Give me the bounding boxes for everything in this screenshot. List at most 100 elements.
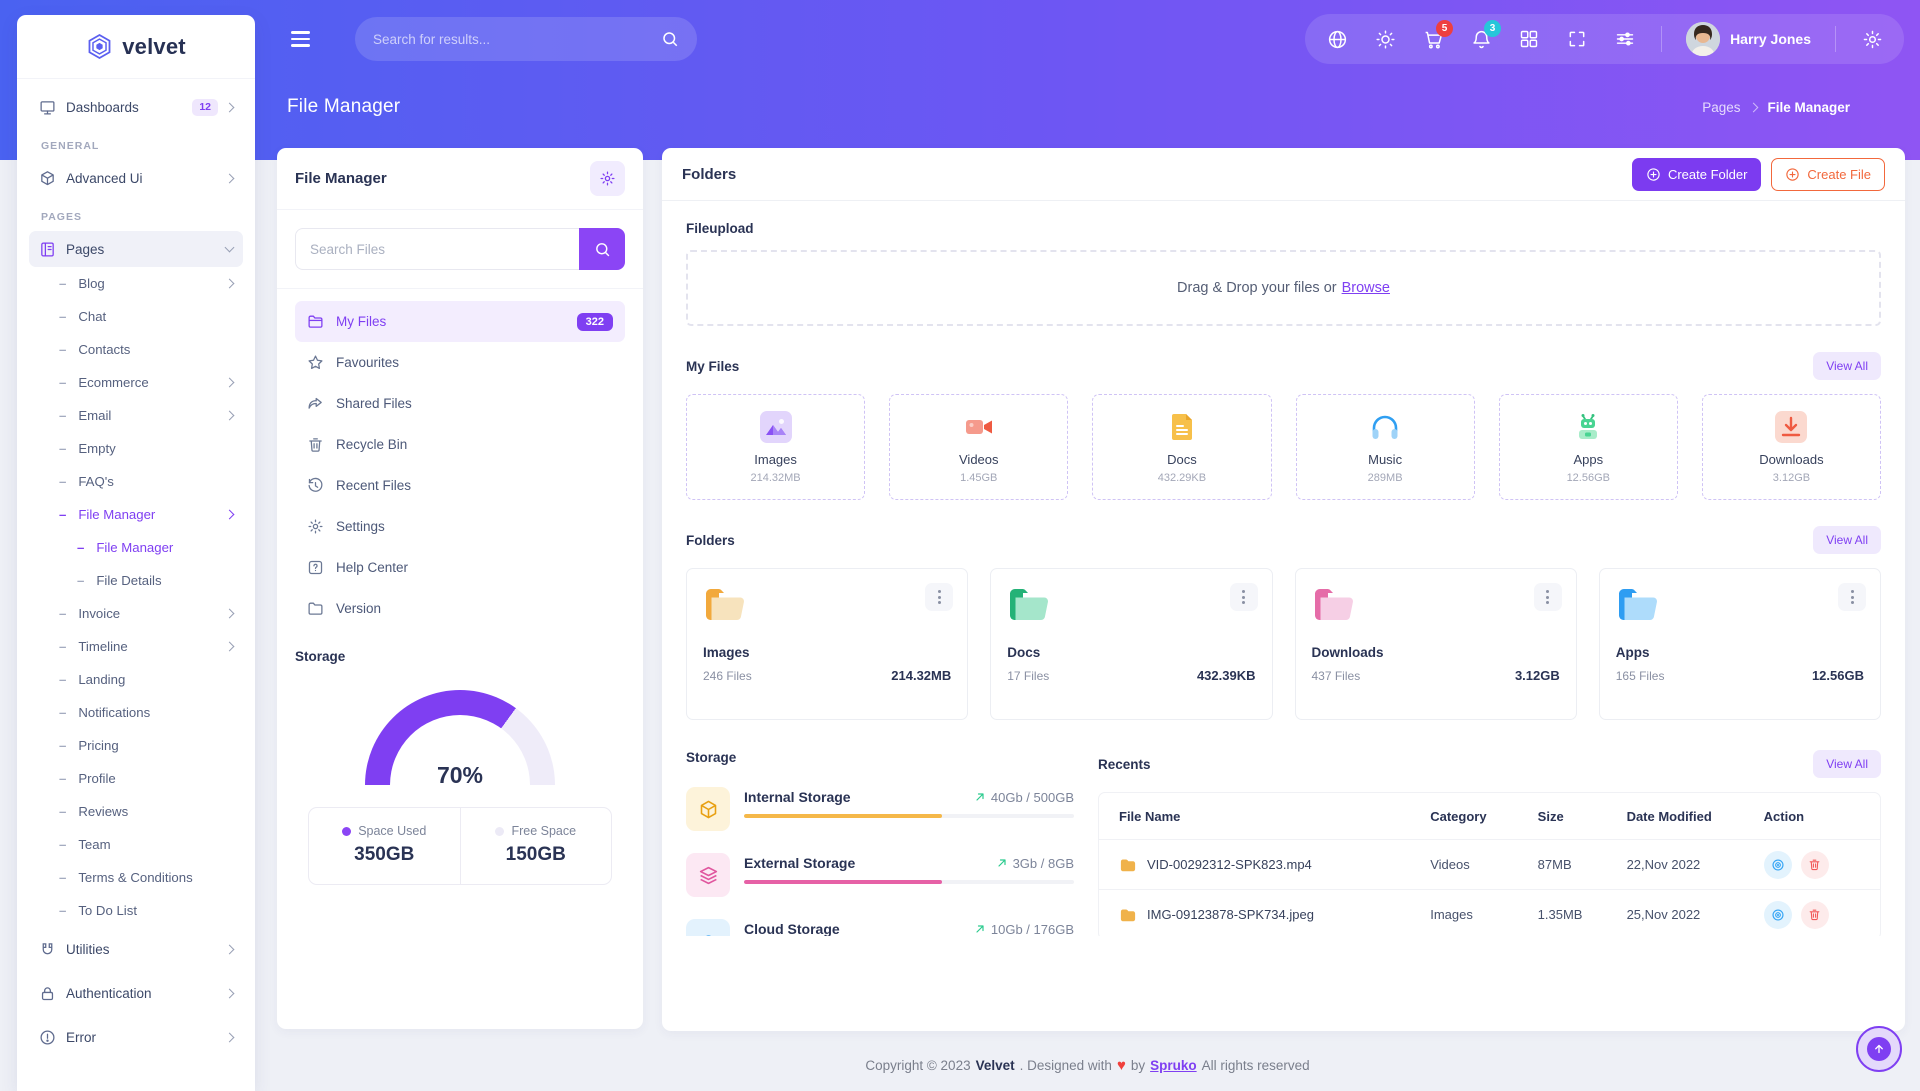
menu-item-settings[interactable]: Settings xyxy=(295,506,625,547)
topbar: 5 3 Harry Jones xyxy=(255,0,1920,78)
browse-link[interactable]: Browse xyxy=(1342,280,1390,296)
sidebar-subitem-file-details[interactable]: –File Details xyxy=(29,564,243,597)
view-file-button[interactable] xyxy=(1764,851,1792,879)
sidebar-item-invoice[interactable]: –Invoice xyxy=(29,597,243,630)
folder-card-docs[interactable]: Docs 17 Files 432.39KB xyxy=(990,568,1272,720)
global-search-input[interactable] xyxy=(373,32,661,47)
my-files-view-all-button[interactable]: View All xyxy=(1813,352,1881,380)
sidebar-item-authentication[interactable]: Authentication xyxy=(29,975,243,1011)
sidebar-subitem-file-manager[interactable]: –File Manager xyxy=(29,531,243,564)
table-row[interactable]: VID-00292312-SPK823.mp4 Videos 87MB 22,N… xyxy=(1099,839,1880,889)
recents-view-all-button[interactable]: View All xyxy=(1813,750,1881,778)
cart-icon[interactable]: 5 xyxy=(1421,27,1445,51)
sidebar-item-notifications[interactable]: –Notifications xyxy=(29,696,243,729)
sidebar-item-error[interactable]: Error xyxy=(29,1019,243,1055)
folder-icon-yellow xyxy=(703,585,951,623)
user-menu[interactable]: Harry Jones xyxy=(1686,22,1811,56)
download-icon xyxy=(1775,411,1807,443)
storage-row-external[interactable]: External Storage 3Gb / 8GB xyxy=(686,853,1074,897)
table-row[interactable]: IMG-09123878-SPK734.jpeg Images 1.35MB 2… xyxy=(1099,889,1880,936)
sidebar-item-terms[interactable]: –Terms & Conditions xyxy=(29,861,243,894)
panel-gear-button[interactable] xyxy=(590,161,625,196)
folder-card-downloads[interactable]: Downloads 437 Files 3.12GB xyxy=(1295,568,1577,720)
delete-file-button[interactable] xyxy=(1801,901,1829,929)
folder-menu-dots-icon[interactable] xyxy=(1230,583,1258,611)
cube-icon xyxy=(39,170,56,187)
sidebar-item-chat[interactable]: –Chat xyxy=(29,300,243,333)
menu-item-my-files[interactable]: My Files 322 xyxy=(295,301,625,342)
folder-menu-dots-icon[interactable] xyxy=(1838,583,1866,611)
sidebar-item-dashboards[interactable]: Dashboards 12 xyxy=(29,89,243,125)
my-files-card-docs[interactable]: Docs 432.29KB xyxy=(1092,394,1271,500)
sidebar-item-utilities[interactable]: Utilities xyxy=(29,931,243,967)
sidebar-item-pages[interactable]: Pages xyxy=(29,231,243,267)
chevron-right-icon xyxy=(225,279,235,289)
brand-name: velvet xyxy=(122,34,186,60)
menu-item-recycle-bin[interactable]: Recycle Bin xyxy=(295,424,625,465)
file-dropzone[interactable]: Drag & Drop your files or Browse xyxy=(686,250,1881,326)
sidebar-item-blog[interactable]: –Blog xyxy=(29,267,243,300)
folder-icon-blue xyxy=(1616,585,1864,623)
storage-row-cloud[interactable]: Cloud Storage 10Gb / 176GB xyxy=(686,919,1074,936)
folder-menu-dots-icon[interactable] xyxy=(1534,583,1562,611)
global-search[interactable] xyxy=(355,17,697,61)
recents-title: Recents xyxy=(1098,757,1151,772)
language-globe-icon[interactable] xyxy=(1325,27,1349,51)
sidebar-toggle-icon[interactable] xyxy=(291,26,317,52)
sidebar-item-pricing[interactable]: –Pricing xyxy=(29,729,243,762)
scroll-to-top-button[interactable] xyxy=(1856,1026,1902,1072)
create-folder-button[interactable]: Create Folder xyxy=(1632,158,1761,191)
my-files-card-images[interactable]: Images 214.32MB xyxy=(686,394,865,500)
section-label-pages: PAGES xyxy=(41,211,243,223)
file-search-button[interactable] xyxy=(579,228,625,270)
menu-item-favourites[interactable]: Favourites xyxy=(295,342,625,383)
sidebar-item-contacts[interactable]: –Contacts xyxy=(29,333,243,366)
menu-item-version[interactable]: Version xyxy=(295,588,625,629)
menu-item-shared-files[interactable]: Shared Files xyxy=(295,383,625,424)
my-files-card-apps[interactable]: Apps 12.56GB xyxy=(1499,394,1678,500)
breadcrumb-parent[interactable]: Pages xyxy=(1702,100,1740,115)
sidebar-item-profile[interactable]: –Profile xyxy=(29,762,243,795)
folder-card-images[interactable]: Images 246 Files 214.32MB xyxy=(686,568,968,720)
chevron-right-icon xyxy=(225,944,235,954)
footer-author-link[interactable]: Spruko xyxy=(1150,1058,1197,1073)
sidebar-item-timeline[interactable]: –Timeline xyxy=(29,630,243,663)
settings-sliders-icon[interactable] xyxy=(1613,27,1637,51)
sidebar-item-ecommerce[interactable]: –Ecommerce xyxy=(29,366,243,399)
sidebar-item-team[interactable]: –Team xyxy=(29,828,243,861)
gear-icon[interactable] xyxy=(1860,27,1884,51)
sidebar-item-faqs[interactable]: –FAQ's xyxy=(29,465,243,498)
folder-icon xyxy=(307,313,324,330)
chevron-right-icon xyxy=(225,609,235,619)
footer: Copyright © 2023 Velvet . Designed with … xyxy=(255,1046,1920,1084)
folders-card-header: Folders Create Folder Create File xyxy=(662,148,1905,201)
delete-file-button[interactable] xyxy=(1801,851,1829,879)
sidebar-item-email[interactable]: –Email xyxy=(29,399,243,432)
menu-item-recent-files[interactable]: Recent Files xyxy=(295,465,625,506)
storage-row-internal[interactable]: Internal Storage 40Gb / 500GB xyxy=(686,787,1074,831)
brand-logo[interactable]: velvet xyxy=(17,15,255,79)
folder-card-apps[interactable]: Apps 165 Files 12.56GB xyxy=(1599,568,1881,720)
search-icon[interactable] xyxy=(661,30,679,48)
my-files-card-downloads[interactable]: Downloads 3.12GB xyxy=(1702,394,1881,500)
notifications-bell-icon[interactable]: 3 xyxy=(1469,27,1493,51)
fullscreen-icon[interactable] xyxy=(1565,27,1589,51)
folder-menu-dots-icon[interactable] xyxy=(925,583,953,611)
sidebar-item-todo[interactable]: –To Do List xyxy=(29,894,243,927)
theme-sun-icon[interactable] xyxy=(1373,27,1397,51)
sidebar-item-reviews[interactable]: –Reviews xyxy=(29,795,243,828)
folders-view-all-button[interactable]: View All xyxy=(1813,526,1881,554)
my-files-card-videos[interactable]: Videos 1.45GB xyxy=(889,394,1068,500)
create-file-button[interactable]: Create File xyxy=(1771,158,1885,191)
apps-grid-icon[interactable] xyxy=(1517,27,1541,51)
sidebar-item-file-manager[interactable]: –File Manager xyxy=(29,498,243,531)
view-file-button[interactable] xyxy=(1764,901,1792,929)
app-root: 5 3 Harry Jones xyxy=(0,0,1920,1091)
images-icon xyxy=(760,411,792,443)
menu-item-help-center[interactable]: Help Center xyxy=(295,547,625,588)
sidebar-item-empty[interactable]: –Empty xyxy=(29,432,243,465)
my-files-card-music[interactable]: Music 289MB xyxy=(1296,394,1475,500)
sidebar-item-landing[interactable]: –Landing xyxy=(29,663,243,696)
sidebar-item-advanced-ui[interactable]: Advanced Ui xyxy=(29,160,243,196)
file-search-input[interactable] xyxy=(295,228,579,270)
